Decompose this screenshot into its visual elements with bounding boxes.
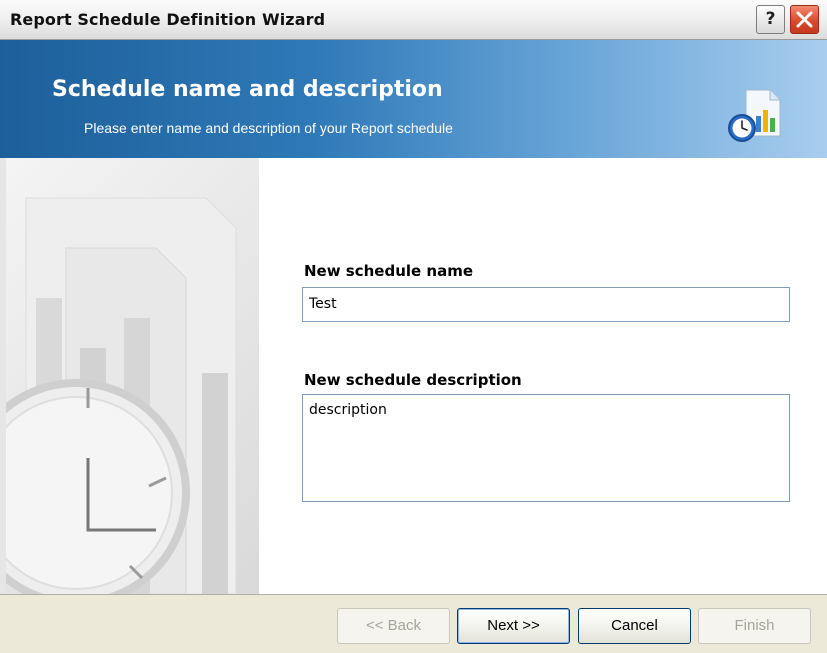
cancel-button[interactable]: Cancel [578,608,691,644]
header-banner: Schedule name and description Please ent… [0,40,827,158]
wizard-window: Report Schedule Definition Wizard ? Sche… [0,0,827,653]
close-icon [796,11,813,28]
next-button[interactable]: Next >> [457,608,570,644]
schedule-name-label: New schedule name [304,262,474,280]
finish-button[interactable]: Finish [698,608,811,644]
schedule-description-textarea[interactable]: description [302,394,790,502]
page-subtitle: Please enter name and description of you… [84,120,453,136]
wizard-side-illustration [0,158,259,594]
schedule-description-label: New schedule description [304,371,522,389]
clock-illustration-icon [6,197,237,594]
close-button[interactable] [790,5,819,34]
report-schedule-icon [728,89,781,142]
title-bar[interactable]: Report Schedule Definition Wizard ? [0,0,827,40]
button-bar: << Back Next >> Cancel Finish [0,594,827,653]
help-button[interactable]: ? [756,5,785,34]
back-button[interactable]: << Back [337,608,450,644]
schedule-name-input[interactable]: Test [302,287,790,322]
window-title: Report Schedule Definition Wizard [10,10,326,29]
help-icon: ? [765,9,776,29]
page-title: Schedule name and description [52,77,443,102]
content-area: New schedule name Test New schedule desc… [0,158,827,594]
